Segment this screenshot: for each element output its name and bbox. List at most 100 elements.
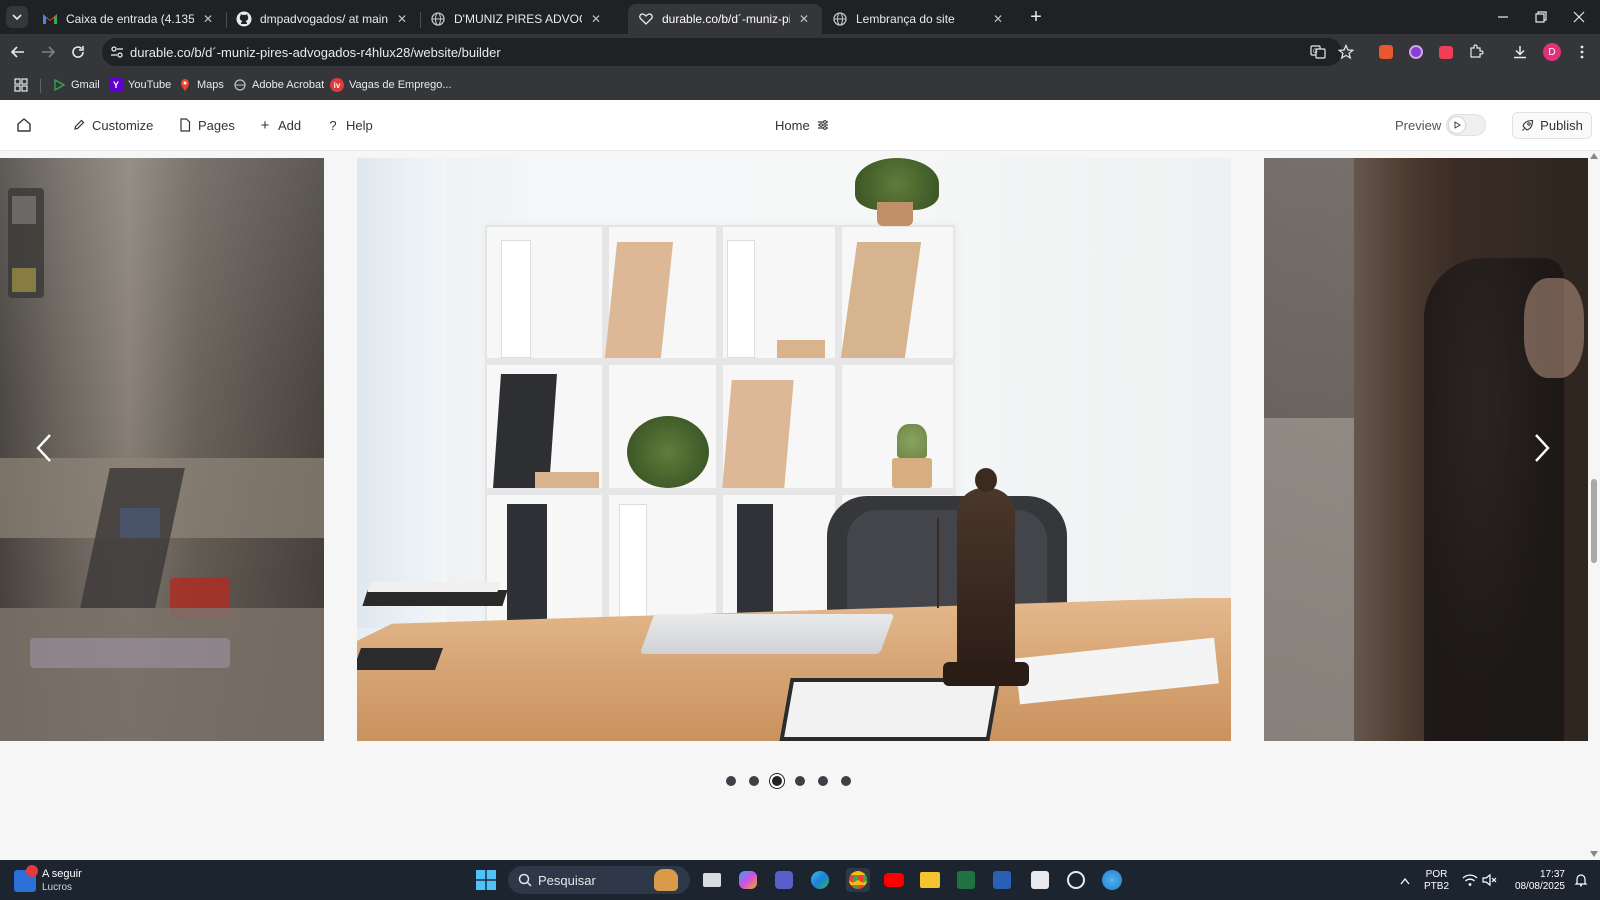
tab-dmuniz[interactable]: D'MUNIZ PIRES ADVOGADOS ✕ xyxy=(420,4,614,34)
minimize-button[interactable] xyxy=(1494,8,1512,26)
extension-button[interactable] xyxy=(1434,40,1458,64)
close-tab-icon[interactable]: ✕ xyxy=(588,11,604,27)
show-hidden-icons-button[interactable] xyxy=(1400,874,1410,888)
dell-button[interactable] xyxy=(1064,868,1088,892)
site-info-icon[interactable] xyxy=(110,45,124,64)
gmail-icon xyxy=(42,11,58,27)
teams-button[interactable] xyxy=(772,868,796,892)
apps-grid-icon xyxy=(14,78,28,92)
address-bar[interactable]: durable.co/b/d´-muniz-pires-advogados-r4… xyxy=(102,38,1342,66)
carousel-dot[interactable] xyxy=(726,776,736,786)
add-button[interactable]: + Add xyxy=(258,113,302,137)
restore-icon xyxy=(1535,11,1547,23)
translate-icon[interactable]: G xyxy=(1310,44,1326,65)
browser-menu-button[interactable] xyxy=(1570,40,1594,64)
excel-button[interactable] xyxy=(954,868,978,892)
publish-button[interactable]: Publish xyxy=(1512,112,1592,139)
volume-muted-icon[interactable] xyxy=(1482,873,1498,892)
start-button[interactable] xyxy=(474,868,498,892)
close-tab-icon[interactable]: ✕ xyxy=(796,11,812,27)
carousel-dot-active[interactable] xyxy=(772,776,782,786)
forward-button[interactable] xyxy=(36,40,60,64)
close-tab-icon[interactable]: ✕ xyxy=(990,11,1006,27)
taskbar-search[interactable]: Pesquisar xyxy=(508,866,690,894)
kebab-menu-icon xyxy=(1580,45,1584,59)
downloads-button[interactable] xyxy=(1508,40,1532,64)
tab-title: dmpadvogados/ at main · dann xyxy=(260,12,388,26)
page-scrollbar[interactable] xyxy=(1588,151,1600,860)
page-selector[interactable]: Home xyxy=(775,113,830,137)
chevron-up-icon xyxy=(1400,877,1410,885)
back-button[interactable] xyxy=(6,40,30,64)
preview-toggle[interactable] xyxy=(1446,114,1486,136)
bookmark-label: Vagas de Emprego... xyxy=(349,79,452,91)
carousel-dot[interactable] xyxy=(749,776,759,786)
cat-icon xyxy=(654,869,678,891)
copilot-button[interactable] xyxy=(736,868,760,892)
arrow-left-icon xyxy=(10,46,24,58)
close-tab-icon[interactable]: ✕ xyxy=(394,11,410,27)
edge-button[interactable] xyxy=(808,868,832,892)
language-indicator[interactable]: POR PTB2 xyxy=(1424,869,1449,893)
customize-button[interactable]: Customize xyxy=(72,113,153,137)
help-button[interactable]: ? Help xyxy=(326,113,372,137)
tab-gmail[interactable]: Caixa de entrada (4.135) - dann ✕ xyxy=(32,4,226,34)
extension-button[interactable] xyxy=(1374,40,1398,64)
clock[interactable]: 17:37 08/08/2025 xyxy=(1510,869,1565,893)
wifi-icon[interactable] xyxy=(1462,873,1478,892)
dell-icon xyxy=(1067,871,1085,889)
reload-button[interactable] xyxy=(66,40,90,64)
carousel-next-button[interactable] xyxy=(1524,420,1560,476)
bookmark-acrobat[interactable]: Adobe Acrobat xyxy=(233,76,324,94)
notifications-button[interactable] xyxy=(1574,873,1588,892)
carousel-dot[interactable] xyxy=(795,776,805,786)
avatar: D xyxy=(1543,43,1561,61)
tab-durable-active[interactable]: durable.co/b/d´-muniz-pires-ad ✕ xyxy=(628,4,822,34)
file-explorer-button[interactable] xyxy=(918,868,942,892)
new-tab-button[interactable]: + xyxy=(1026,7,1046,28)
tab-title: D'MUNIZ PIRES ADVOGADOS xyxy=(454,12,582,26)
carousel-dot[interactable] xyxy=(818,776,828,786)
bookmark-label: YouTube xyxy=(128,79,172,91)
carousel-dot[interactable] xyxy=(841,776,851,786)
scrollbar-thumb[interactable] xyxy=(1591,479,1597,563)
extension-button[interactable] xyxy=(1404,40,1428,64)
carousel-prev-button[interactable] xyxy=(26,420,62,476)
chrome-button[interactable] xyxy=(846,868,870,892)
widget-subtitle: Lucros xyxy=(42,882,73,893)
youtube-icon xyxy=(884,873,904,887)
bookmark-vagas[interactable]: iv Vagas de Emprego... xyxy=(330,76,452,94)
play-icon xyxy=(1449,117,1465,133)
home-button[interactable] xyxy=(16,113,32,137)
tab-github[interactable]: dmpadvogados/ at main · dann ✕ xyxy=(226,4,420,34)
bookmark-maps[interactable]: Maps xyxy=(178,76,224,94)
plus-icon: + xyxy=(260,116,270,134)
bookmark-gmail[interactable]: Gmail xyxy=(52,76,100,94)
weather-widget[interactable]: A seguir Lucros xyxy=(14,865,124,896)
bookmark-label: Gmail xyxy=(71,79,100,91)
bookmark-star-button[interactable] xyxy=(1334,40,1358,64)
store-button[interactable] xyxy=(1028,868,1052,892)
extensions-menu-button[interactable] xyxy=(1464,40,1488,64)
restore-button[interactable] xyxy=(1532,8,1550,26)
home-icon xyxy=(17,118,31,132)
website-builder: Customize Pages + Add ? Help Home Previe… xyxy=(0,100,1600,860)
youtube-button[interactable] xyxy=(882,868,906,892)
close-window-button[interactable] xyxy=(1570,8,1588,26)
close-tab-icon[interactable]: ✕ xyxy=(200,11,216,27)
edge-icon xyxy=(811,871,829,889)
pages-button[interactable]: Pages xyxy=(178,113,235,137)
word-button[interactable] xyxy=(990,868,1014,892)
task-view-button[interactable] xyxy=(700,868,724,892)
apps-button[interactable] xyxy=(14,76,28,94)
tab-lembranca[interactable]: Lembrança do site ✕ xyxy=(822,4,1016,34)
bookmarks-bar: Gmail Y YouTube Maps Adobe Acrobat iv Va… xyxy=(0,70,1600,100)
tab-search-button[interactable] xyxy=(6,6,28,28)
globe-app-button[interactable] xyxy=(1100,868,1124,892)
pocket-extension-icon xyxy=(1439,45,1453,59)
chevron-down-icon xyxy=(12,14,22,21)
profile-button[interactable]: D xyxy=(1540,40,1564,64)
fox-extension-icon xyxy=(1379,45,1393,59)
star-icon xyxy=(1338,44,1354,60)
bookmark-youtube[interactable]: Y YouTube xyxy=(109,76,171,94)
